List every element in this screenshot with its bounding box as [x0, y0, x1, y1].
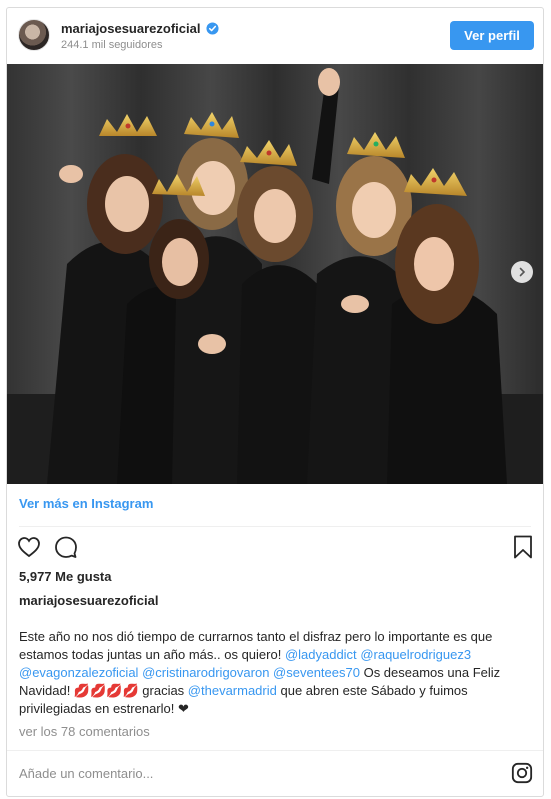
next-photo-button[interactable]	[511, 261, 533, 283]
verified-badge-icon	[206, 22, 219, 35]
mention-link[interactable]: @evagonzalezoficial	[19, 665, 138, 680]
group-photo-image	[7, 64, 543, 484]
post-caption: Este año no nos dió tiempo de currarnos …	[19, 628, 533, 718]
view-profile-button[interactable]: Ver perfil	[450, 21, 534, 50]
instagram-embed-card: mariajosesuarezoficial 244.1 mil seguido…	[6, 7, 544, 797]
comment-bubble-icon[interactable]	[54, 535, 78, 559]
see-more-on-instagram-link[interactable]: Ver más en Instagram	[19, 496, 153, 511]
mention-link[interactable]: @ladyaddict	[285, 647, 357, 662]
like-count[interactable]: 5,977 Me gusta	[19, 569, 112, 584]
post-owner-username[interactable]: mariajosesuarezoficial	[19, 593, 158, 608]
mention-link[interactable]: @cristinarodrigovaron	[142, 665, 269, 680]
chevron-right-icon	[519, 267, 526, 277]
heart-icon[interactable]	[17, 535, 41, 559]
username[interactable]: mariajosesuarezoficial	[61, 21, 200, 36]
instagram-logo-icon[interactable]	[511, 762, 533, 784]
post-header: mariajosesuarezoficial 244.1 mil seguido…	[7, 8, 543, 64]
avatar[interactable]	[18, 19, 50, 51]
view-comments-link[interactable]: ver los 78 comentarios	[19, 724, 150, 739]
bookmark-icon[interactable]	[513, 535, 533, 559]
follower-count: 244.1 mil seguidores	[61, 39, 163, 51]
post-photo[interactable]	[7, 64, 543, 484]
divider	[19, 526, 531, 527]
divider	[7, 750, 543, 751]
mention-link[interactable]: @seventees70	[273, 665, 360, 680]
mention-link[interactable]: @thevarmadrid	[188, 683, 277, 698]
add-comment-input[interactable]: Añade un comentario...	[19, 766, 153, 781]
mention-link[interactable]: @raquelrodriguez3	[360, 647, 471, 662]
action-bar	[7, 535, 543, 565]
